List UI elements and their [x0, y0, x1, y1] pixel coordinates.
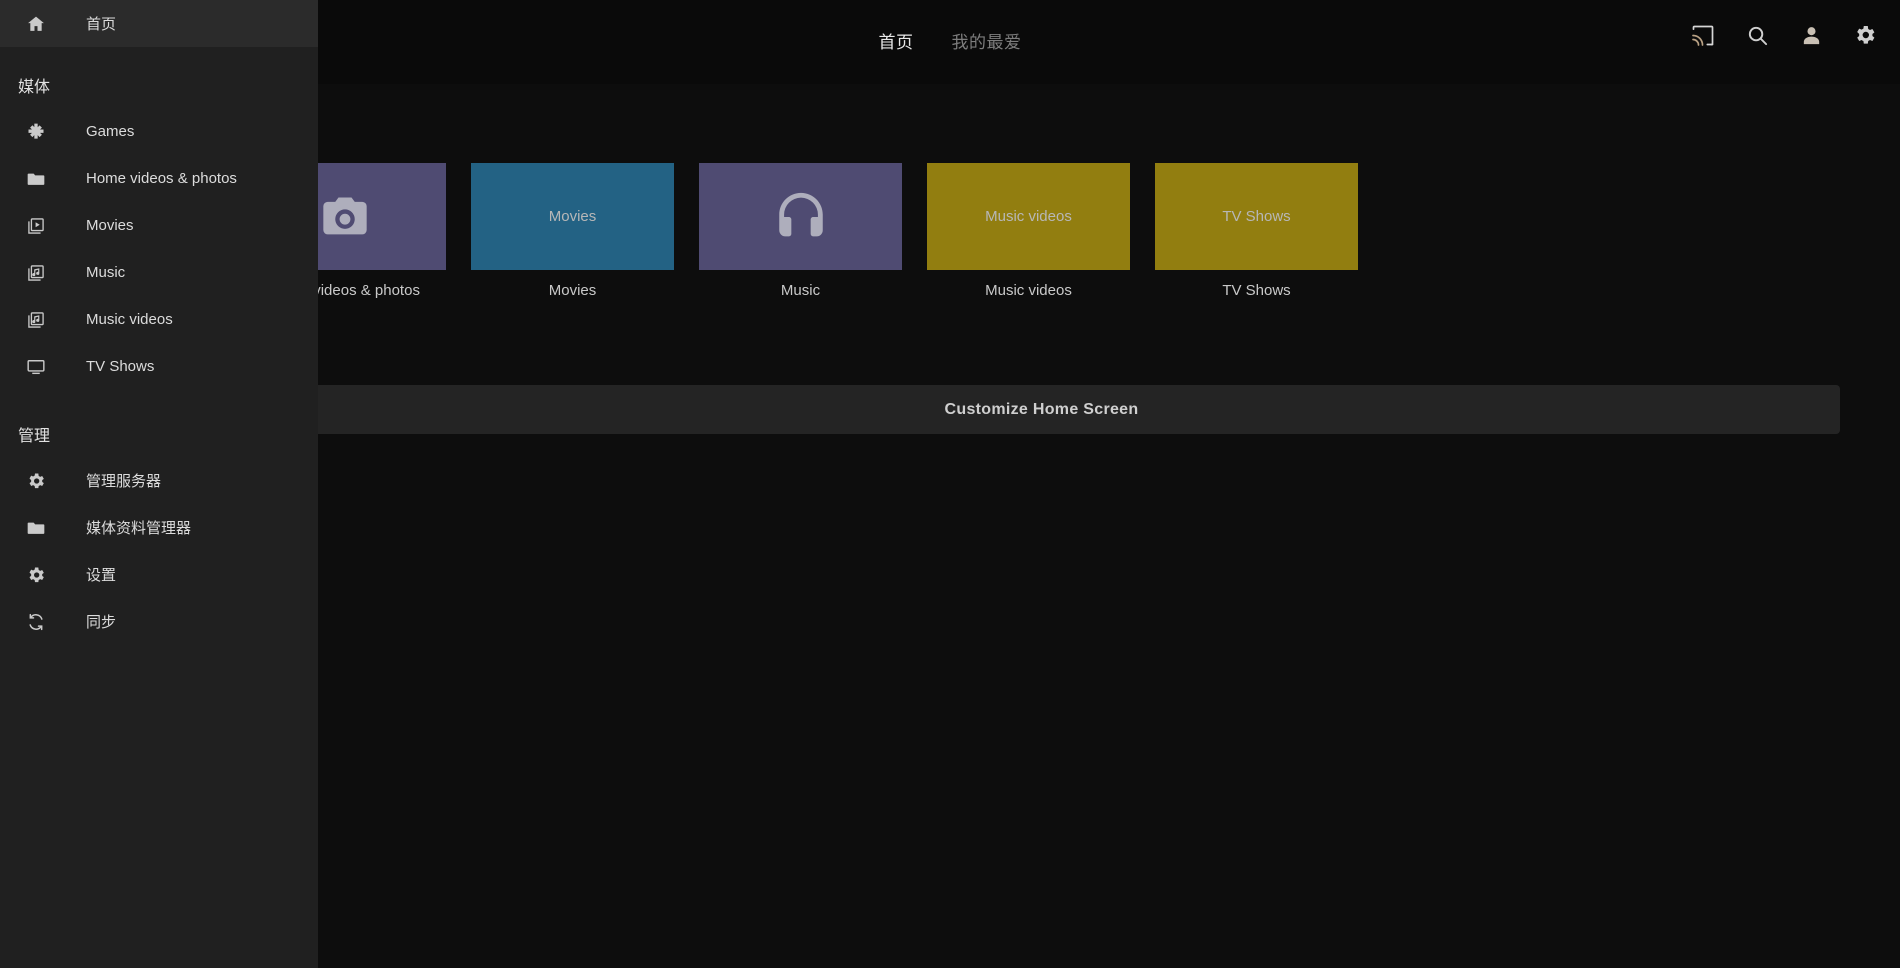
sidebar-item-movies[interactable]: Movies — [0, 202, 318, 249]
sidebar-item-label: Games — [86, 123, 135, 140]
tile-thumb-movies[interactable]: Movies — [471, 163, 674, 270]
tile-movies: Movies Movies — [471, 163, 674, 299]
sync-icon — [26, 612, 54, 632]
tile-caption: Music videos — [985, 282, 1072, 299]
tile-thumb-music[interactable] — [699, 163, 902, 270]
camera-icon — [314, 191, 376, 243]
gamepad-icon — [26, 122, 54, 142]
customize-home-screen-label: Customize Home Screen — [944, 400, 1139, 418]
app-root: Home videos & photos Movies Movies Music… — [0, 0, 1900, 968]
folder-icon — [26, 518, 54, 538]
sidebar: 首页 媒体 Games Home videos & photos Movies … — [0, 0, 318, 968]
tile-overlay-text: TV Shows — [1222, 208, 1291, 225]
tile-overlay-text: Music videos — [985, 208, 1072, 225]
sidebar-item-home-videos-photos[interactable]: Home videos & photos — [0, 155, 318, 202]
headphones-icon — [770, 188, 832, 246]
media-tiles-row: Home videos & photos Movies Movies Music… — [243, 163, 1358, 299]
sidebar-item-label: Music — [86, 264, 126, 281]
cast-icon[interactable] — [1690, 22, 1716, 48]
sidebar-item-manage-server[interactable]: 管理服务器 — [0, 457, 318, 504]
tile-thumb-tv-shows[interactable]: TV Shows — [1155, 163, 1358, 270]
tile-overlay-text: Movies — [548, 208, 597, 225]
tab-home[interactable]: 首页 — [873, 26, 920, 55]
sidebar-item-label: 设置 — [86, 567, 117, 584]
tile-caption: Movies — [548, 282, 597, 299]
home-icon — [26, 14, 54, 34]
tile-caption: Music — [780, 282, 821, 299]
sidebar-item-music-videos[interactable]: Music videos — [0, 296, 318, 343]
header-icon-group — [1690, 22, 1878, 48]
music-video-icon — [26, 310, 54, 330]
sidebar-item-metadata-manager[interactable]: 媒体资料管理器 — [0, 504, 318, 551]
sidebar-item-label: TV Shows — [86, 358, 155, 375]
sidebar-item-games[interactable]: Games — [0, 108, 318, 155]
sidebar-item-label: Music videos — [86, 311, 173, 328]
gear-icon[interactable] — [1852, 22, 1878, 48]
person-icon[interactable] — [1798, 22, 1824, 48]
sidebar-item-label: 首页 — [86, 16, 117, 33]
sidebar-item-label: 管理服务器 — [86, 473, 162, 490]
folder-icon — [26, 169, 54, 189]
music-icon — [26, 263, 54, 283]
tile-thumb-music-videos[interactable]: Music videos — [927, 163, 1130, 270]
sidebar-item-label: Home videos & photos — [86, 170, 237, 187]
sidebar-item-label: Movies — [86, 217, 134, 234]
gear-icon — [26, 565, 54, 585]
gear-icon — [26, 471, 54, 491]
sidebar-item-label: 媒体资料管理器 — [86, 520, 192, 537]
customize-home-screen-button[interactable]: Customize Home Screen — [243, 385, 1840, 434]
sidebar-section-media: 媒体 — [18, 78, 51, 96]
sidebar-item-tv-shows[interactable]: TV Shows — [0, 343, 318, 390]
tile-music: Music — [699, 163, 902, 299]
search-icon[interactable] — [1744, 22, 1770, 48]
sidebar-section-admin: 管理 — [18, 427, 51, 445]
movie-icon — [26, 216, 54, 236]
tile-music-videos: Music videos Music videos — [927, 163, 1130, 299]
sidebar-item-home[interactable]: 首页 — [0, 0, 318, 47]
tv-icon — [26, 357, 54, 377]
sidebar-item-sync[interactable]: 同步 — [0, 598, 318, 645]
tab-favorites[interactable]: 我的最爱 — [946, 26, 1028, 55]
tile-caption: TV Shows — [1222, 282, 1291, 299]
tile-tv-shows: TV Shows TV Shows — [1155, 163, 1358, 299]
sidebar-item-settings[interactable]: 设置 — [0, 551, 318, 598]
sidebar-item-music[interactable]: Music — [0, 249, 318, 296]
sidebar-item-label: 同步 — [86, 614, 117, 631]
